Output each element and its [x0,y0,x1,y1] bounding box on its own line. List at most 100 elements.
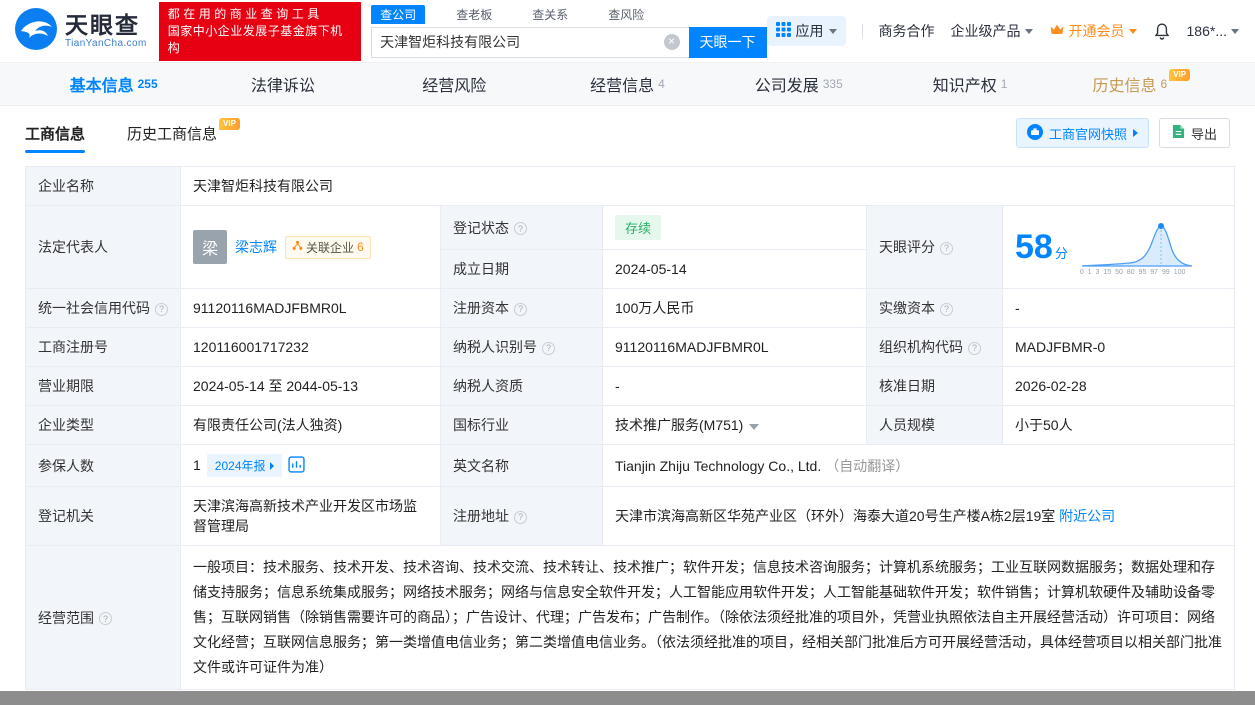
org-code-value: MADJFBMR-0 [1015,339,1106,355]
nav-tab-operational-risk[interactable]: 经营风险 [371,63,542,105]
legal-rep-link[interactable]: 梁志辉 [235,237,277,257]
apps-grid-icon [775,22,791,40]
promo-line1: 都在用的商业查询工具 [167,6,323,21]
caret-down-icon [1128,28,1137,34]
related-companies-badge[interactable]: 关联企业 6 [285,235,371,259]
approval-date-value: 2026-02-28 [1015,378,1087,394]
label-text: 成立日期 [453,261,509,277]
help-icon[interactable] [514,510,527,524]
business-scope-value: 一般项目：技术服务、技术开发、技术咨询、技术交流、技术转让、技术推广；软件开发；… [193,559,1222,675]
field-label-industry: 国标行业 [440,405,603,445]
top-header: 天眼查 TianYanCha.com 都在用的商业查询工具 国家中小企业发展子基… [0,0,1255,62]
reg-authority-value: 天津滨海高新技术产业开发区市场监督管理局 [193,498,417,534]
field-label-insured-count: 参保人数 [25,444,181,487]
field-value-approval-date: 2026-02-28 [1002,366,1235,406]
search-tab-boss[interactable]: 查老板 [447,5,501,24]
help-icon[interactable] [99,612,112,625]
search-tabs: 查公司 查老板 查关系 查风险 [371,5,766,25]
help-icon[interactable] [514,222,527,235]
field-label-taxpayer-id: 纳税人识别号 [440,327,603,367]
company-info-table: 企业名称 天津智炬科技有限公司 法定代表人 梁 梁志辉 关联企业 6 登记状态?… [25,166,1235,690]
annual-report-chart-icon[interactable] [287,456,305,473]
search-row: × 天眼一下 [371,26,767,58]
enterprise-products-menu[interactable]: 企业级产品 [951,21,1033,41]
legal-rep-avatar[interactable]: 梁 [193,230,227,264]
search-button[interactable]: 天眼一下 [688,26,767,58]
tab-history-business-info[interactable]: 历史工商信息 VIP [127,108,240,158]
caret-down-icon [1231,28,1239,34]
field-value-reg-capital: 100万人民币 [602,288,867,328]
company-name-value: 天津智炬科技有限公司 [193,178,333,194]
search-input[interactable] [372,34,664,50]
label-text: 注册资本 [453,300,509,316]
field-label-staff-size: 人员规模 [866,405,1003,445]
field-label-paid-capital: 实缴资本 [866,288,1003,328]
org-chart-icon [292,240,303,254]
help-icon[interactable] [155,302,168,316]
section-actions: 工商官网快照 导出 [1015,118,1230,148]
business-cooperation-link[interactable]: 商务合作 [879,21,935,41]
table-row: 营业期限 2024-05-14 至 2044-05-13 纳税人资质 - 核准日… [25,366,1235,406]
search-tab-relation[interactable]: 查关系 [523,5,577,24]
auto-translate-note: （自动翻译） [825,457,910,474]
field-value-address: 天津市滨海高新区华苑产业区（环外）海泰大道20号生产楼A栋2层19室 附近公司 [602,486,1235,546]
field-label-reg-status: 登记状态 [440,205,603,250]
apps-menu[interactable]: 应用 [766,16,846,46]
main-nav: 基本信息 255 法律诉讼 经营风险 经营信息 4 公司发展 335 知识产权 … [0,62,1255,106]
company-type-value: 有限责任公司(法人独资) [193,417,343,433]
label-text: 天眼评分 [879,239,935,255]
field-value-taxpayer-id: 91120116MADJFBMR0L [602,327,867,367]
nav-tab-business-info[interactable]: 经营信息 4 [542,63,713,105]
field-value-reg-number: 120116001717232 [180,327,441,367]
nav-tab-company-development[interactable]: 公司发展 335 [713,63,884,105]
nav-tab-legal-proceedings[interactable]: 法律诉讼 [199,63,370,105]
nav-tab-history-info[interactable]: 历史信息 6 VIP [1056,63,1227,105]
official-snapshot-button[interactable]: 工商官网快照 [1015,118,1149,148]
field-value-insured-count: 1 2024年报 [180,444,441,487]
tab-business-registration-info[interactable]: 工商信息 [25,108,86,158]
field-label-approval-date: 核准日期 [866,366,1003,406]
export-button[interactable]: 导出 [1158,118,1230,148]
help-icon[interactable] [940,241,953,255]
annual-report-badge[interactable]: 2024年报 [206,454,282,477]
account-menu[interactable]: 186*... [1187,23,1239,39]
label-text: 营业期限 [38,378,94,394]
menu-divider [861,24,863,38]
field-value-company-name: 天津智炬科技有限公司 [180,166,1235,206]
label-text: 核准日期 [879,378,935,394]
field-label-credit-code: 统一社会信用代码 [25,288,181,328]
label-text: 企业类型 [38,417,94,433]
help-icon[interactable] [940,302,953,316]
insured-count-value: 1 [193,457,201,473]
paid-capital-value: - [1015,300,1020,316]
taxpayer-quality-value: - [615,378,620,394]
search-box: × [371,26,689,58]
help-icon[interactable] [968,341,981,355]
nav-tab-intellectual-property[interactable]: 知识产权 1 [884,63,1055,105]
field-label-company-name: 企业名称 [25,166,181,206]
search-tab-company[interactable]: 查公司 [371,5,426,24]
nav-tab-label: 经营信息 [590,78,655,95]
table-row: 经营范围 一般项目：技术服务、技术开发、技术咨询、技术交流、技术转让、技术推广；… [25,545,1235,690]
promo-banner: 都在用的商业查询工具 国家中小企业发展子基金旗下机构 [158,1,362,61]
field-value-business-term: 2024-05-14 至 2044-05-13 [180,366,441,406]
table-row: 企业类型 有限责任公司(法人独资) 国标行业 技术推广服务(M751) 人员规模… [25,405,1235,445]
taxpayer-id-value: 91120116MADJFBMR0L [615,339,769,355]
chevron-down-icon[interactable] [749,424,760,430]
vip-membership-menu[interactable]: 开通会员 [1049,21,1137,41]
help-icon[interactable] [514,302,527,316]
table-row: 登记机关 天津滨海高新技术产业开发区市场监督管理局 注册地址 天津市滨海高新区华… [25,486,1235,546]
help-icon[interactable] [542,341,555,355]
establish-date-value: 2024-05-14 [615,261,687,277]
notification-bell-icon[interactable] [1153,22,1171,41]
clear-search-icon[interactable]: × [663,34,680,50]
tianyancha-logo[interactable]: 天眼查 TianYanCha.com [14,7,147,56]
table-row: 参保人数 1 2024年报 英文名称 Tianjin Zhiju Technolo… [25,444,1235,487]
staff-size-value: 小于50人 [1015,417,1073,433]
search-tab-risk[interactable]: 查风险 [599,5,653,24]
arrow-right-icon [1132,129,1138,137]
nearby-companies-link[interactable]: 附近公司 [1059,508,1115,524]
credit-code-value: 91120116MADJFBMR0L [193,300,347,316]
field-value-reg-authority: 天津滨海高新技术产业开发区市场监督管理局 [180,486,441,546]
nav-tab-basic-info[interactable]: 基本信息 255 [28,63,199,105]
